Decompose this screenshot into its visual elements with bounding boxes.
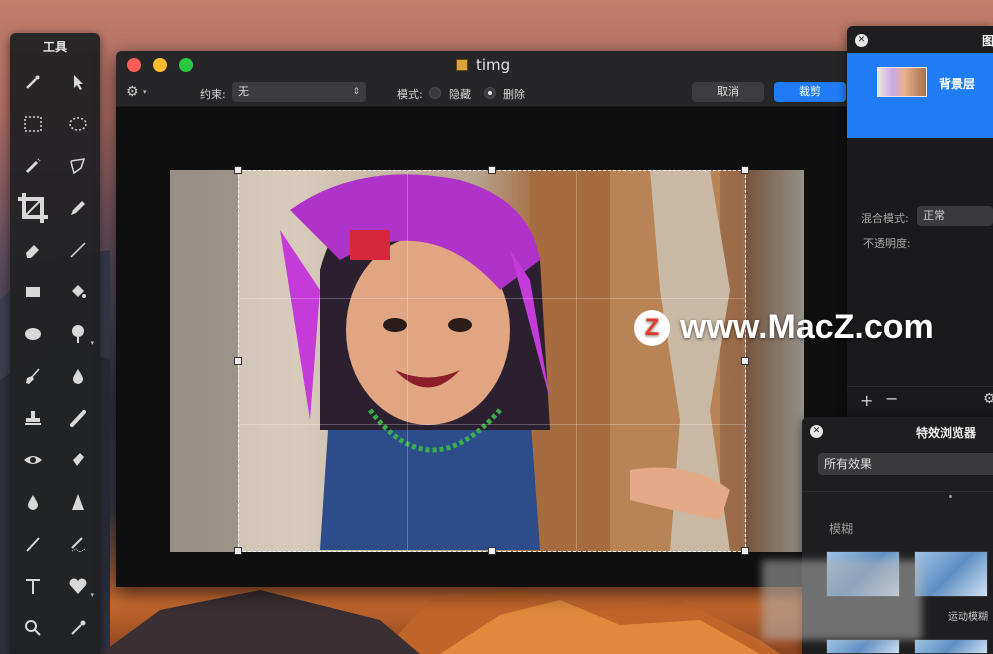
text-icon[interactable] bbox=[10, 565, 55, 607]
mode-delete-label: 删除 bbox=[503, 88, 525, 101]
gradient-icon[interactable]: ▾ bbox=[55, 313, 100, 355]
crop-selection-box[interactable] bbox=[234, 166, 749, 555]
minimize-window-button[interactable] bbox=[153, 58, 167, 72]
crop-handle-right[interactable] bbox=[741, 357, 749, 365]
add-layer-button[interactable]: + bbox=[860, 391, 873, 410]
crop-shade-right bbox=[746, 170, 804, 552]
layers-list-area bbox=[847, 138, 993, 418]
broom-icon[interactable] bbox=[10, 355, 55, 397]
rect-select-icon[interactable] bbox=[10, 103, 55, 145]
effect-label: 运动模糊 bbox=[948, 612, 988, 623]
cancel-button[interactable]: 取消 bbox=[692, 82, 764, 102]
gear-icon[interactable]: ⚙ bbox=[126, 84, 139, 100]
effects-panel-title: 特效浏览器 bbox=[916, 426, 977, 440]
constraint-value: 无 bbox=[238, 85, 249, 98]
ellipse-shape-icon[interactable] bbox=[10, 313, 55, 355]
crop-handle-top[interactable] bbox=[488, 166, 496, 174]
magic-wand-icon[interactable] bbox=[10, 61, 55, 103]
watermark-logo: Z bbox=[634, 309, 670, 346]
crop-icon[interactable] bbox=[10, 187, 55, 229]
line-icon[interactable] bbox=[55, 229, 100, 271]
page-indicator-dot[interactable] bbox=[949, 495, 952, 498]
divider bbox=[802, 491, 993, 492]
mode-hide-label: 隐藏 bbox=[449, 88, 471, 101]
move-arrow-icon[interactable] bbox=[55, 61, 100, 103]
pen-icon[interactable] bbox=[55, 187, 100, 229]
remove-layer-button[interactable]: − bbox=[885, 389, 898, 408]
tools-palette: 工具 ▾ ▾ bbox=[10, 33, 100, 654]
pencil-icon[interactable] bbox=[10, 523, 55, 565]
stamp-icon[interactable] bbox=[10, 397, 55, 439]
close-window-button[interactable] bbox=[127, 58, 141, 72]
crop-shade-left bbox=[170, 170, 238, 552]
ellipse-select-icon[interactable] bbox=[55, 103, 100, 145]
blend-mode-label: 混合模式: bbox=[861, 212, 909, 225]
heart-shape-icon[interactable]: ▾ bbox=[55, 565, 100, 607]
eye-icon[interactable] bbox=[10, 439, 55, 481]
window-title: timg bbox=[456, 56, 510, 74]
sharpen-icon[interactable] bbox=[55, 439, 100, 481]
layers-panel: ✕ 图 背景层 混合模式: 正常 不透明度: + − ⚙ bbox=[847, 26, 993, 418]
heal-icon[interactable] bbox=[55, 523, 100, 565]
crop-grid-line bbox=[407, 171, 409, 551]
tools-title: 工具 bbox=[42, 40, 67, 54]
crop-handle-bottom-left[interactable] bbox=[234, 547, 242, 555]
eyedropper-icon[interactable] bbox=[55, 607, 100, 649]
paint-bucket-icon[interactable] bbox=[55, 271, 100, 313]
mode-label: 模式: bbox=[397, 88, 423, 101]
layers-footer: + − ⚙ bbox=[847, 386, 993, 418]
blend-mode-select[interactable]: 正常 bbox=[917, 206, 993, 226]
smudge-icon[interactable] bbox=[55, 397, 100, 439]
crop-toolbar: ⚙ ▾ 约束: 无 ⇕ 模式: 隐藏 删除 取消 裁剪 bbox=[116, 79, 852, 107]
document-icon bbox=[456, 59, 468, 71]
opacity-label: 不透明度: bbox=[863, 237, 911, 250]
crop-handle-bottom-right[interactable] bbox=[741, 547, 749, 555]
canvas-area[interactable] bbox=[116, 107, 852, 587]
chevron-down-icon: ▾ bbox=[90, 339, 94, 347]
layer-thumbnail bbox=[877, 67, 927, 97]
layer-name: 背景层 bbox=[939, 77, 976, 91]
zoom-window-button[interactable] bbox=[179, 58, 193, 72]
crop-handle-left[interactable] bbox=[234, 357, 242, 365]
rectangle-shape-icon[interactable] bbox=[10, 271, 55, 313]
eraser-icon[interactable] bbox=[10, 229, 55, 271]
tool-grid: ▾ ▾ bbox=[10, 61, 100, 649]
watermark: Z www.MacZ.com bbox=[634, 308, 934, 347]
constraint-label: 约束: bbox=[200, 88, 226, 101]
crop-handle-top-right[interactable] bbox=[741, 166, 749, 174]
blur-drop-icon[interactable] bbox=[10, 481, 55, 523]
mode-hide-radio[interactable] bbox=[429, 87, 441, 99]
effect-thumbnail[interactable] bbox=[914, 639, 988, 654]
crop-button[interactable]: 裁剪 bbox=[774, 82, 846, 102]
layers-panel-title: 图 bbox=[982, 34, 993, 48]
window-title-text: timg bbox=[476, 56, 511, 74]
crop-handle-bottom[interactable] bbox=[488, 547, 496, 555]
gear-icon[interactable]: ⚙ bbox=[983, 391, 993, 407]
zoom-icon[interactable] bbox=[10, 607, 55, 649]
crop-handle-top-left[interactable] bbox=[234, 166, 242, 174]
effect-thumbnail[interactable] bbox=[826, 639, 900, 654]
blurred-region bbox=[762, 560, 922, 640]
updown-arrows-icon: ⇕ bbox=[352, 87, 360, 97]
layer-row-background[interactable]: 背景层 bbox=[847, 53, 993, 138]
drop-icon[interactable] bbox=[55, 355, 100, 397]
crop-grid-line bbox=[239, 297, 745, 299]
watermark-text: www.MacZ.com bbox=[680, 308, 934, 346]
crop-grid-line bbox=[575, 171, 577, 551]
chevron-down-icon: ▾ bbox=[143, 88, 147, 96]
mode-delete-radio[interactable] bbox=[484, 87, 496, 99]
effect-thumbnail[interactable] bbox=[914, 551, 988, 597]
constraint-select[interactable]: 无 ⇕ bbox=[232, 82, 366, 102]
effects-category-label: 模糊 bbox=[829, 522, 854, 536]
brush-select-icon[interactable] bbox=[10, 145, 55, 187]
lasso-icon[interactable] bbox=[55, 145, 100, 187]
title-bar: timg bbox=[116, 51, 852, 79]
effects-filter-select[interactable]: 所有效果 bbox=[818, 453, 993, 475]
close-icon[interactable]: ✕ bbox=[810, 425, 823, 438]
close-icon[interactable]: ✕ bbox=[855, 34, 868, 47]
crop-grid-line bbox=[239, 424, 745, 426]
triangle-icon[interactable] bbox=[55, 481, 100, 523]
chevron-down-icon: ▾ bbox=[90, 591, 94, 599]
